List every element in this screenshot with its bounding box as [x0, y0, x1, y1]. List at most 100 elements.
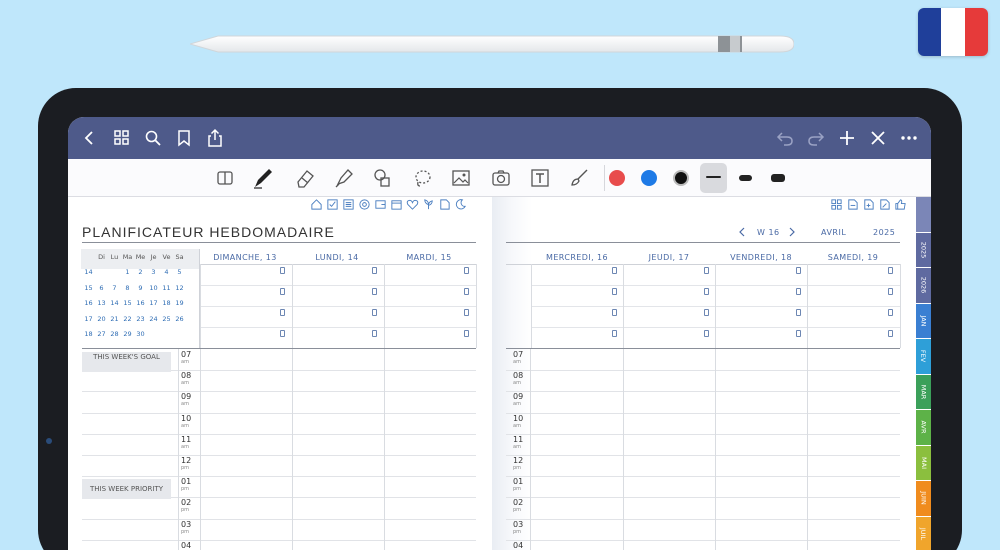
note-link-icon[interactable] [704, 309, 709, 316]
highlighter-icon[interactable] [333, 167, 355, 189]
camera-icon[interactable] [490, 167, 512, 189]
note-link-icon[interactable] [888, 288, 893, 295]
share-icon[interactable] [205, 128, 225, 148]
target-icon[interactable] [358, 198, 371, 211]
mini-calendar-day[interactable]: 6 [95, 284, 108, 292]
text-icon[interactable] [529, 167, 551, 189]
search-icon[interactable] [143, 128, 163, 148]
mini-calendar-day[interactable]: 4 [160, 268, 173, 276]
redo-icon[interactable] [806, 128, 826, 148]
tab-fev[interactable]: FEV [916, 339, 931, 374]
day-header-saturday[interactable]: SAMEDI, 19 [807, 253, 899, 262]
mini-calendar-day[interactable]: 19 [173, 299, 186, 307]
mini-calendar-day[interactable]: 12 [173, 284, 186, 292]
brush-icon[interactable] [568, 167, 590, 189]
plus-icon[interactable] [837, 128, 857, 148]
stroke-medium-option[interactable] [739, 175, 752, 181]
note-link-icon[interactable] [280, 309, 285, 316]
close-icon[interactable] [868, 128, 888, 148]
mini-calendar-day[interactable]: 9 [134, 284, 147, 292]
note-link-icon[interactable] [612, 288, 617, 295]
week-number[interactable]: W 16 [757, 228, 780, 237]
mini-calendar-day[interactable]: 5 [173, 268, 186, 276]
grid-icon[interactable] [112, 128, 132, 148]
home-icon[interactable] [310, 198, 323, 211]
image-icon[interactable] [450, 167, 472, 189]
mini-calendar-day[interactable]: 16 [134, 299, 147, 307]
tab-2026[interactable]: 2026 [916, 268, 931, 303]
shapes-icon[interactable] [371, 167, 393, 189]
note-link-icon[interactable] [372, 330, 377, 337]
mini-calendar-day[interactable]: 13 [95, 299, 108, 307]
note-link-icon[interactable] [796, 309, 801, 316]
mini-calendar-day[interactable]: 11 [160, 284, 173, 292]
mini-calendar-day[interactable]: 3 [147, 268, 160, 276]
tab-home[interactable] [916, 197, 931, 232]
mini-calendar-day[interactable]: 24 [147, 315, 160, 323]
day-header-friday[interactable]: VENDREDI, 18 [715, 253, 807, 262]
note-link-icon[interactable] [464, 288, 469, 295]
mini-calendar-week-number[interactable]: 16 [82, 299, 95, 307]
note-link-icon[interactable] [888, 330, 893, 337]
mini-calendar-day[interactable]: 17 [147, 299, 160, 307]
mini-calendar-day[interactable]: 25 [160, 315, 173, 323]
note-icon[interactable] [438, 198, 451, 211]
note-link-icon[interactable] [888, 309, 893, 316]
tab-mai[interactable]: MAI [916, 445, 931, 480]
undo-icon[interactable] [775, 128, 795, 148]
note-link-icon[interactable] [372, 267, 377, 274]
bookmark-icon[interactable] [174, 128, 194, 148]
mini-calendar-day[interactable]: 26 [173, 315, 186, 323]
grid-view-icon[interactable] [830, 198, 843, 211]
plant-icon[interactable] [422, 198, 435, 211]
reader-icon[interactable] [214, 167, 236, 189]
note-link-icon[interactable] [464, 330, 469, 337]
day-header-monday[interactable]: LUNDI, 14 [292, 253, 382, 262]
note-link-icon[interactable] [796, 288, 801, 295]
day-header-tuesday[interactable]: MARDI, 15 [384, 253, 474, 262]
calendar-icon[interactable] [390, 198, 403, 211]
color-black-swatch[interactable] [673, 170, 689, 186]
mini-calendar-day[interactable]: 22 [121, 315, 134, 323]
thumbs-up-icon[interactable] [894, 198, 907, 211]
eraser-icon[interactable] [294, 167, 316, 189]
note-link-icon[interactable] [704, 267, 709, 274]
tab-2025[interactable]: 2025 [916, 232, 931, 267]
mini-calendar-day[interactable]: 23 [134, 315, 147, 323]
back-icon[interactable] [80, 128, 100, 148]
tab-juin[interactable]: JUIN [916, 481, 931, 516]
mini-calendar-day[interactable]: 8 [121, 284, 134, 292]
tab-mar[interactable]: MAR [916, 374, 931, 409]
note-link-icon[interactable] [464, 309, 469, 316]
prev-week-icon[interactable] [738, 227, 746, 237]
note-link-icon[interactable] [372, 309, 377, 316]
more-icon[interactable] [899, 128, 919, 148]
tab-avr[interactable]: AVR [916, 410, 931, 445]
note-link-icon[interactable] [888, 267, 893, 274]
note-link-icon[interactable] [796, 330, 801, 337]
note-link-icon[interactable] [704, 288, 709, 295]
checklist-icon[interactable] [326, 198, 339, 211]
mini-calendar-day[interactable]: 28 [108, 330, 121, 338]
mini-calendar-day[interactable]: 10 [147, 284, 160, 292]
mini-calendar-day[interactable]: 7 [108, 284, 121, 292]
next-week-icon[interactable] [788, 227, 796, 237]
note-link-icon[interactable] [280, 288, 285, 295]
day-header-thursday[interactable]: JEUDI, 17 [623, 253, 715, 262]
note-link-icon[interactable] [704, 330, 709, 337]
mini-calendar-week-number[interactable]: 18 [82, 330, 95, 338]
pen-icon[interactable] [252, 167, 274, 189]
year-link[interactable]: 2025 [873, 228, 895, 237]
note-link-icon[interactable] [612, 267, 617, 274]
note-link-icon[interactable] [372, 288, 377, 295]
mini-calendar-day[interactable]: 15 [121, 299, 134, 307]
edit-note-icon[interactable] [878, 198, 891, 211]
mini-calendar-day[interactable]: 29 [121, 330, 134, 338]
list-icon[interactable] [342, 198, 355, 211]
color-blue-swatch[interactable] [641, 170, 657, 186]
heart-icon[interactable] [406, 198, 419, 211]
mini-calendar-week-number[interactable]: 17 [82, 315, 95, 323]
stroke-thin-option[interactable] [706, 176, 721, 178]
day-header-sunday[interactable]: DIMANCHE, 13 [200, 253, 290, 262]
note-link-icon[interactable] [612, 330, 617, 337]
